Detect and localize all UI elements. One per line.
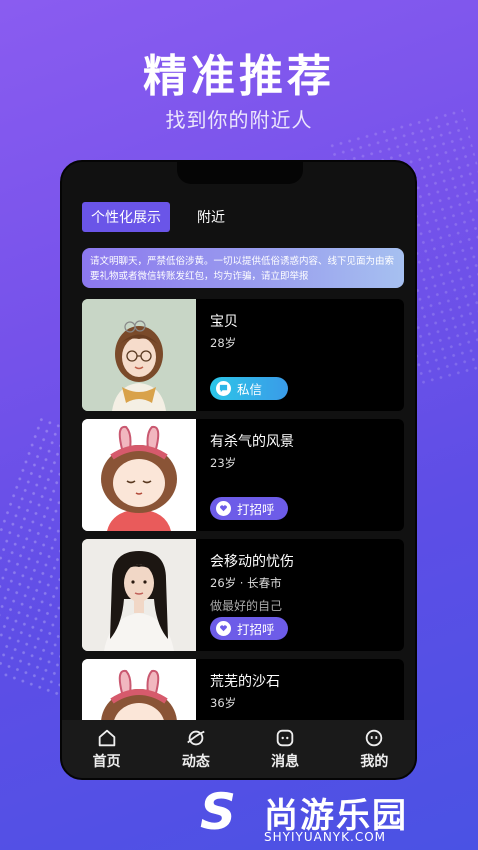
user-name: 荒芜的沙石 bbox=[210, 674, 280, 690]
watermark-logo: S bbox=[200, 783, 237, 841]
user-photo bbox=[82, 539, 196, 651]
heart-chat-icon bbox=[216, 621, 231, 636]
phone-notch bbox=[177, 162, 303, 184]
planet-icon bbox=[187, 730, 205, 746]
promo-headline: 精准推荐 bbox=[143, 51, 335, 102]
site-watermark: S 尚游乐园 SHYIYUANYK.COM bbox=[200, 783, 470, 846]
nav-messages-label: 消息 bbox=[271, 754, 300, 770]
user-age-location: 26岁 · 长春市 bbox=[210, 576, 282, 590]
greet-button[interactable]: 打招呼 bbox=[210, 497, 288, 520]
user-age: 28岁 bbox=[210, 336, 237, 350]
user-age: 36岁 bbox=[210, 696, 237, 710]
tab-bar: 个性化展示 附近 bbox=[82, 202, 234, 232]
user-card[interactable]: 会移动的忧伤 26岁 · 长春市 做最好的自己 打招呼 bbox=[82, 539, 404, 651]
nav-home[interactable]: 首页 bbox=[77, 727, 137, 771]
nav-moments-label: 动态 bbox=[181, 754, 210, 770]
button-label: 打招呼 bbox=[237, 502, 275, 517]
private-message-button[interactable]: 私信 bbox=[210, 377, 288, 400]
user-name: 有杀气的风景 bbox=[210, 434, 294, 450]
phone-frame: 个性化展示 附近 请文明聊天，严禁低俗涉黄。一切以提供低俗诱惑内容、线下见面为由… bbox=[60, 160, 417, 780]
profile-icon bbox=[366, 729, 383, 747]
user-signature: 做最好的自己 bbox=[210, 599, 283, 613]
home-icon bbox=[98, 729, 115, 747]
tab-nearby[interactable]: 附近 bbox=[188, 202, 234, 232]
chat-bubble-icon bbox=[216, 381, 231, 396]
nav-messages[interactable]: 消息 bbox=[255, 727, 315, 771]
bottom-navigation: 首页 动态 消息 我的 bbox=[62, 720, 415, 778]
safety-notice-banner: 请文明聊天，严禁低俗涉黄。一切以提供低俗诱惑内容、线下见面为由索要礼物或者微信转… bbox=[82, 248, 404, 288]
user-age: 23岁 bbox=[210, 456, 237, 470]
user-name: 宝贝 bbox=[210, 314, 238, 330]
greet-button[interactable]: 打招呼 bbox=[210, 617, 288, 640]
button-label: 打招呼 bbox=[237, 622, 275, 637]
watermark-url: SHYIYUANYK.COM bbox=[264, 830, 386, 844]
promo-subline: 找到你的附近人 bbox=[165, 108, 313, 132]
user-card[interactable]: 有杀气的风景 23岁 打招呼 bbox=[82, 419, 404, 531]
button-label: 私信 bbox=[237, 382, 263, 397]
heart-chat-icon bbox=[216, 501, 231, 516]
tab-personalized[interactable]: 个性化展示 bbox=[82, 202, 170, 232]
nav-profile[interactable]: 我的 bbox=[344, 727, 404, 771]
user-avatar bbox=[82, 419, 196, 531]
message-icon bbox=[276, 729, 294, 747]
nav-moments[interactable]: 动态 bbox=[166, 727, 226, 771]
user-name: 会移动的忧伤 bbox=[210, 554, 294, 570]
user-avatar bbox=[82, 299, 196, 411]
user-card[interactable]: 宝贝 28岁 私信 bbox=[82, 299, 404, 411]
nav-home-label: 首页 bbox=[92, 754, 121, 770]
nav-profile-label: 我的 bbox=[360, 754, 389, 770]
